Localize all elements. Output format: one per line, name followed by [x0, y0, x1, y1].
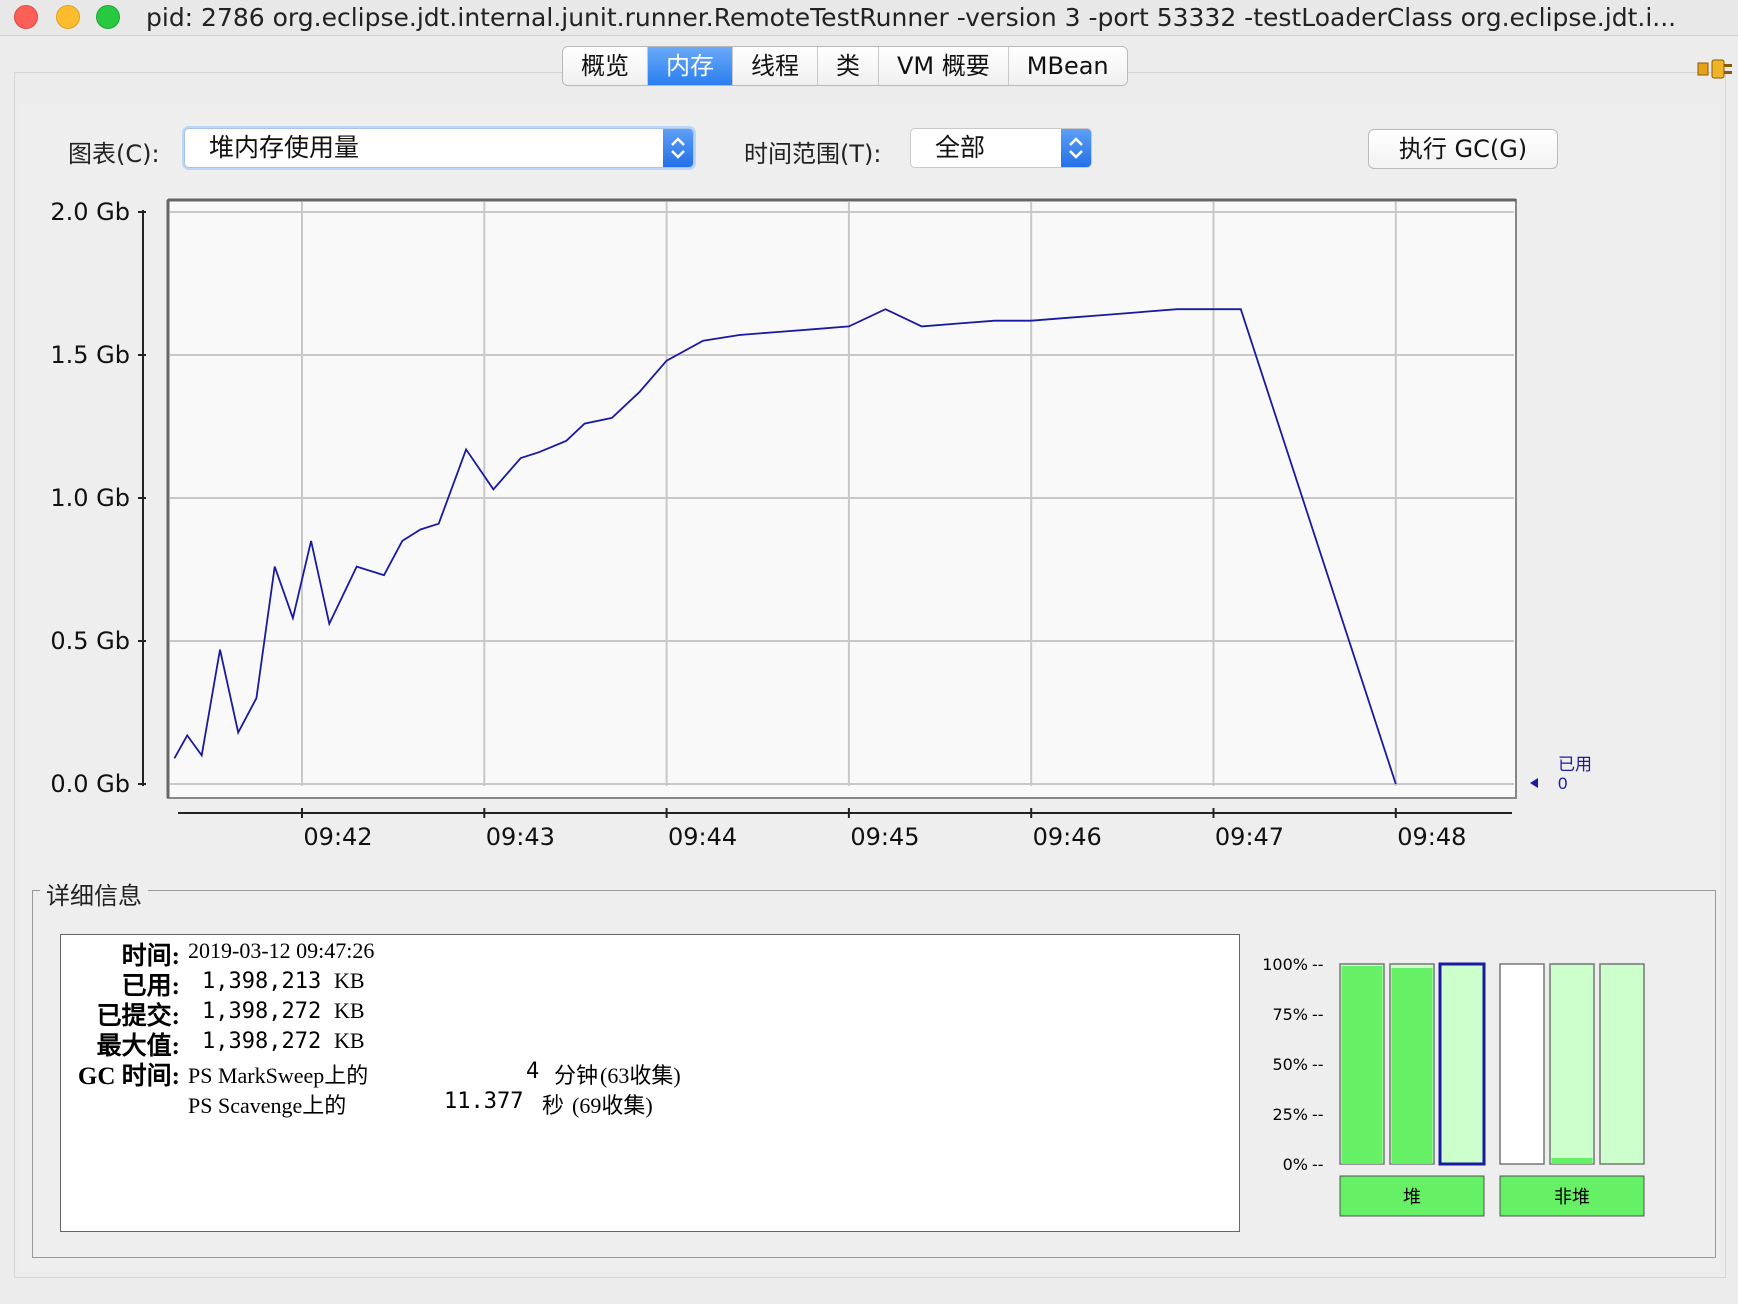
- current-value-marker: 已用 0: [1530, 755, 1592, 793]
- y-tick-label: 2.0 Gb: [50, 198, 130, 226]
- memory-pool-bar[interactable]: [1549, 963, 1595, 1165]
- y-tick-label: 1.5 Gb: [50, 341, 130, 369]
- pool-y-tick-mark: --: [1312, 1005, 1324, 1024]
- heap-memory-chart: 2.0 Gb 1.5 Gb 1.0 Gb 0.5 Gb 0.0 Gb 09:42 09:4…: [50, 198, 1592, 851]
- x-tick-label: 09:43: [486, 823, 555, 851]
- pool-y-tick-label: 50%: [1272, 1055, 1308, 1074]
- x-tick-label: 09:46: [1033, 823, 1102, 851]
- pool-y-tick-label: 75%: [1272, 1005, 1308, 1024]
- x-tick-label: 09:45: [850, 823, 919, 851]
- detail-used-unit: KB: [334, 968, 365, 993]
- memory-pool-bar-fill: [1341, 966, 1383, 1164]
- current-value-arrow-icon: [1530, 778, 1538, 788]
- x-tick-label: 09:48: [1397, 823, 1466, 851]
- x-tick-label: 09:42: [303, 823, 372, 851]
- memory-pool-bar-fill: [1551, 1158, 1593, 1164]
- y-tick-label: 0.5 Gb: [50, 627, 130, 655]
- gc-marksweep-time: 4: [526, 1059, 540, 1084]
- pool-y-tick-label: 25%: [1272, 1105, 1308, 1124]
- gc-scavenge-unit: 秒: [542, 1093, 565, 1118]
- gc-scavenge-time: 11.377: [444, 1089, 524, 1114]
- series-legend-label: 已用: [1558, 755, 1592, 774]
- gc-scavenge-count: (69收集): [572, 1093, 653, 1118]
- memory-pool-bar[interactable]: [1599, 963, 1645, 1165]
- series-current-value: 0: [1558, 774, 1567, 793]
- detail-used-value: 1,398,213: [202, 969, 322, 994]
- y-tick-label: 1.0 Gb: [50, 484, 130, 512]
- pool-y-tick-mark: --: [1312, 1105, 1324, 1124]
- gc-marksweep-count: (63收集): [600, 1063, 681, 1088]
- x-tick-label: 09:47: [1215, 823, 1284, 851]
- memory-pool-bar[interactable]: [1438, 962, 1486, 1166]
- memory-pool-chart: 100% --75% --50% --25% --0% -- 堆 非堆: [1262, 955, 1645, 1217]
- detail-time-value: 2019-03-12 09:47:26: [188, 938, 375, 963]
- nonheap-group-label: 非堆: [1554, 1187, 1590, 1208]
- detail-max-value: 1,398,272: [202, 1029, 322, 1054]
- y-tick-label: 0.0 Gb: [50, 770, 130, 798]
- detail-committed-value: 1,398,272: [202, 999, 322, 1024]
- pool-y-tick-label: 100%: [1262, 955, 1308, 974]
- heap-group-label: 堆: [1403, 1187, 1421, 1208]
- pool-y-tick-mark: --: [1312, 955, 1324, 974]
- pool-y-tick-mark: --: [1312, 1155, 1324, 1174]
- gc-scavenge-name: PS Scavenge上的: [188, 1093, 347, 1118]
- gc-marksweep-name: PS MarkSweep上的: [188, 1063, 369, 1088]
- pool-y-tick-mark: --: [1312, 1055, 1324, 1074]
- detail-gc-label: GC 时间:: [77, 1063, 180, 1090]
- memory-pool-bar[interactable]: [1499, 963, 1545, 1165]
- pool-y-tick-label: 0%: [1283, 1155, 1308, 1174]
- memory-pool-bar-fill: [1391, 968, 1433, 1164]
- gc-marksweep-unit: 分钟: [554, 1063, 599, 1088]
- detail-committed-unit: KB: [334, 998, 365, 1023]
- detail-max-unit: KB: [334, 1028, 365, 1053]
- x-tick-label: 09:44: [668, 823, 737, 851]
- details-title: 详细信息: [40, 876, 148, 911]
